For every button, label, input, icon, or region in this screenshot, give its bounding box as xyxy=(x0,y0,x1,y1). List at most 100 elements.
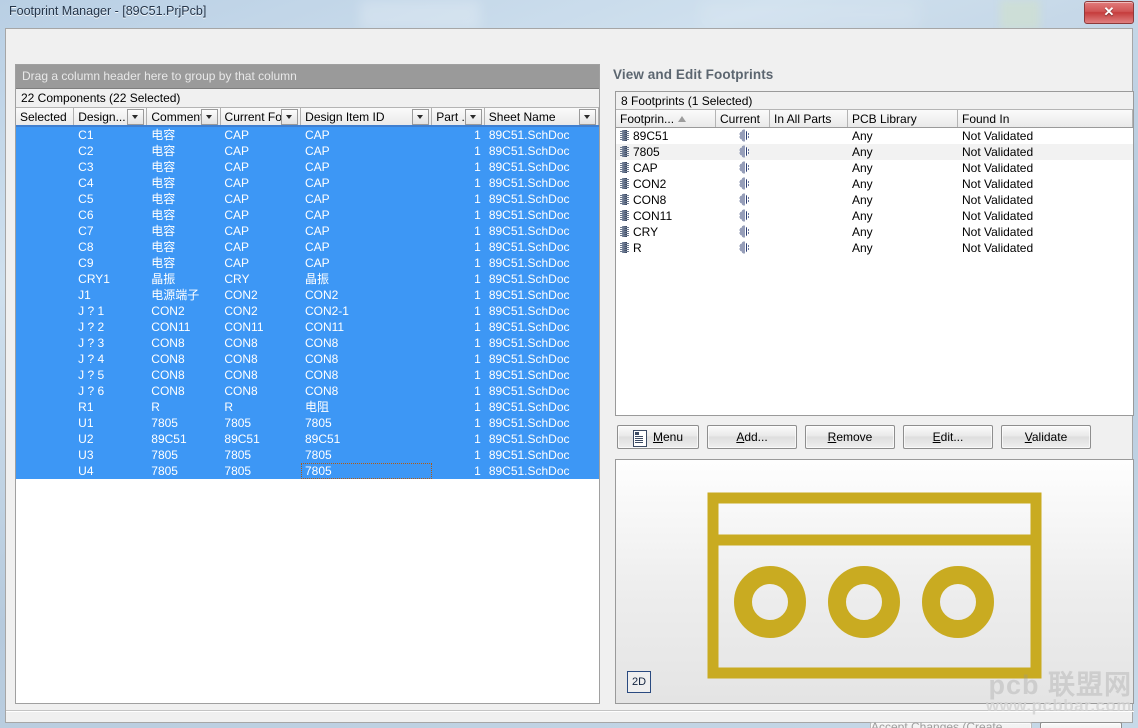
fp-cell-found-in[interactable]: Not Validated xyxy=(958,240,1133,256)
fp-cell-name[interactable]: CRY xyxy=(616,224,716,240)
cell-design-item-id[interactable]: CON2-1 xyxy=(301,303,432,319)
cell-comment[interactable]: 89C51 xyxy=(147,431,220,447)
cell-design-item-id[interactable]: CON8 xyxy=(301,351,432,367)
cell-part[interactable]: 1 xyxy=(432,367,485,383)
cell-designator[interactable]: J ? 1 xyxy=(74,303,147,319)
cell-current-footprint[interactable]: R xyxy=(220,399,301,415)
cell-sheet-name[interactable]: 89C51.SchDoc xyxy=(485,287,599,303)
component-row[interactable]: J ? 1 CON2 CON2 CON2-1 1 89C51.SchDoc xyxy=(16,303,599,319)
cell-comment[interactable]: 电容 xyxy=(147,223,220,239)
cell-designator[interactable]: R1 xyxy=(74,399,147,415)
group-by-drop-area[interactable]: Drag a column header here to group by th… xyxy=(16,65,599,89)
column-header-current-fo[interactable]: Current Fo... xyxy=(220,108,302,125)
cell-part[interactable]: 1 xyxy=(432,143,485,159)
cell-design-item-id[interactable]: CAP xyxy=(301,175,432,191)
footprint-row[interactable]: CON11 Any Not Validated xyxy=(616,208,1133,224)
component-row[interactable]: C1 电容 CAP CAP 1 89C51.SchDoc xyxy=(16,127,599,143)
cell-comment[interactable]: 电容 xyxy=(147,127,220,143)
cell-design-item-id[interactable]: 7805 xyxy=(300,463,432,479)
view-mode-2d-button[interactable]: 2D xyxy=(627,671,651,693)
cell-comment[interactable]: 电容 xyxy=(147,239,220,255)
close-button[interactable]: Close xyxy=(1040,722,1122,728)
cell-current-footprint[interactable]: CAP xyxy=(220,191,301,207)
component-row[interactable]: J1 电源端子 CON2 CON2 1 89C51.SchDoc xyxy=(16,287,599,303)
cell-selected[interactable] xyxy=(16,303,74,319)
component-row[interactable]: U1 7805 7805 7805 1 89C51.SchDoc xyxy=(16,415,599,431)
cell-designator[interactable]: C8 xyxy=(74,239,147,255)
cell-part[interactable]: 1 xyxy=(432,223,485,239)
cell-comment[interactable]: 晶振 xyxy=(147,271,220,287)
cell-current-footprint[interactable]: CAP xyxy=(220,223,301,239)
cell-selected[interactable] xyxy=(16,399,74,415)
cell-selected[interactable] xyxy=(16,351,74,367)
cell-sheet-name[interactable]: 89C51.SchDoc xyxy=(485,127,599,143)
cell-selected[interactable] xyxy=(16,431,74,447)
column-header-sheet-name[interactable]: Sheet Name xyxy=(484,108,599,125)
cell-current-footprint[interactable]: CON8 xyxy=(220,351,301,367)
cell-selected[interactable] xyxy=(16,463,74,479)
chevron-down-icon[interactable] xyxy=(200,108,218,125)
fp-column-header-in-all-parts[interactable]: In All Parts xyxy=(770,110,848,127)
cell-design-item-id[interactable]: CON8 xyxy=(301,383,432,399)
cell-sheet-name[interactable]: 89C51.SchDoc xyxy=(485,239,599,255)
cell-selected[interactable] xyxy=(16,271,74,287)
cell-part[interactable]: 1 xyxy=(432,303,485,319)
footprint-row[interactable]: CAP Any Not Validated xyxy=(616,160,1133,176)
cell-design-item-id[interactable]: 89C51 xyxy=(301,431,432,447)
cell-comment[interactable]: 电容 xyxy=(147,175,220,191)
cell-part[interactable]: 1 xyxy=(432,255,485,271)
fp-cell-name[interactable]: 7805 xyxy=(616,144,716,160)
cell-sheet-name[interactable]: 89C51.SchDoc xyxy=(485,463,599,479)
cell-current-footprint[interactable]: CON8 xyxy=(220,335,301,351)
column-header-design[interactable]: Design... xyxy=(74,108,148,125)
cell-designator[interactable]: C6 xyxy=(74,207,147,223)
component-row[interactable]: C5 电容 CAP CAP 1 89C51.SchDoc xyxy=(16,191,599,207)
cell-comment[interactable]: 电容 xyxy=(147,191,220,207)
cell-part[interactable]: 1 xyxy=(432,463,485,479)
cell-designator[interactable]: J ? 5 xyxy=(74,367,147,383)
fp-cell-found-in[interactable]: Not Validated xyxy=(958,128,1133,144)
fp-cell-current[interactable] xyxy=(716,208,770,224)
cell-selected[interactable] xyxy=(16,207,74,223)
cell-sheet-name[interactable]: 89C51.SchDoc xyxy=(485,415,599,431)
fp-cell-pcb-library[interactable]: Any xyxy=(848,176,958,192)
cell-part[interactable]: 1 xyxy=(432,271,485,287)
chevron-down-icon[interactable] xyxy=(281,108,299,125)
fp-cell-in-all-parts[interactable] xyxy=(770,144,848,160)
fp-cell-current[interactable] xyxy=(716,144,770,160)
fp-cell-current[interactable] xyxy=(716,160,770,176)
cell-design-item-id[interactable]: CON2 xyxy=(301,287,432,303)
cell-part[interactable]: 1 xyxy=(432,415,485,431)
column-header-selected[interactable]: Selected xyxy=(16,108,75,125)
cell-comment[interactable]: 电容 xyxy=(147,255,220,271)
validate-button[interactable]: Validate xyxy=(1001,425,1091,449)
cell-sheet-name[interactable]: 89C51.SchDoc xyxy=(485,447,599,463)
component-row[interactable]: U4 7805 7805 7805 1 89C51.SchDoc xyxy=(16,463,599,479)
cell-selected[interactable] xyxy=(16,239,74,255)
cell-selected[interactable] xyxy=(16,255,74,271)
cell-design-item-id[interactable]: 7805 xyxy=(301,447,432,463)
component-row[interactable]: U2 89C51 89C51 89C51 1 89C51.SchDoc xyxy=(16,431,599,447)
cell-selected[interactable] xyxy=(16,159,74,175)
fp-cell-pcb-library[interactable]: Any xyxy=(848,144,958,160)
cell-selected[interactable] xyxy=(16,191,74,207)
column-header-part[interactable]: Part ... xyxy=(432,108,485,125)
cell-design-item-id[interactable]: CAP xyxy=(301,127,432,143)
cell-selected[interactable] xyxy=(16,223,74,239)
close-window-button[interactable]: ✕ xyxy=(1084,1,1134,24)
cell-selected[interactable] xyxy=(16,447,74,463)
cell-selected[interactable] xyxy=(16,319,74,335)
component-row[interactable]: C7 电容 CAP CAP 1 89C51.SchDoc xyxy=(16,223,599,239)
cell-designator[interactable]: U3 xyxy=(74,447,147,463)
cell-part[interactable]: 1 xyxy=(432,207,485,223)
fp-cell-current[interactable] xyxy=(716,128,770,144)
cell-selected[interactable] xyxy=(16,143,74,159)
cell-current-footprint[interactable]: CAP xyxy=(220,175,301,191)
cell-current-footprint[interactable]: CON2 xyxy=(220,303,301,319)
chevron-down-icon[interactable] xyxy=(412,108,430,125)
cell-part[interactable]: 1 xyxy=(432,351,485,367)
cell-current-footprint[interactable]: CON2 xyxy=(220,287,301,303)
cell-designator[interactable]: J ? 6 xyxy=(74,383,147,399)
cell-sheet-name[interactable]: 89C51.SchDoc xyxy=(485,191,599,207)
cell-comment[interactable]: CON8 xyxy=(147,383,220,399)
